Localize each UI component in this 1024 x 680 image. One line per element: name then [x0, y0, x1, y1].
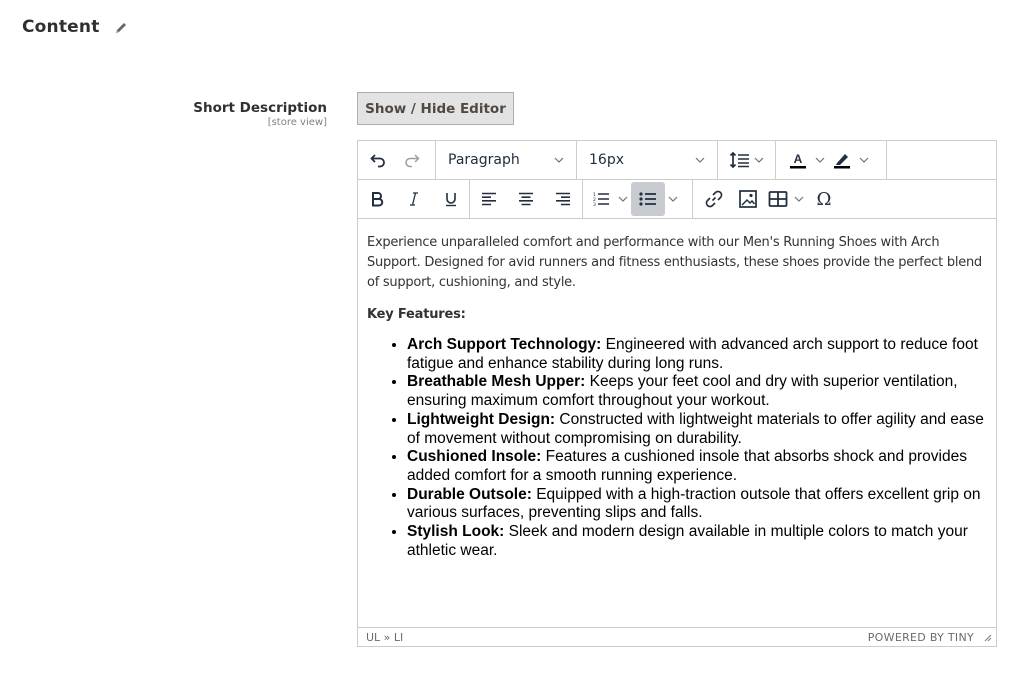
rich-text-editor: Paragraph 16px A 1 2 3 Ω Experience unpa… [357, 140, 997, 647]
numbered-list-dropdown[interactable] [615, 182, 631, 216]
italic-icon[interactable] [397, 182, 431, 216]
resize-handle-icon[interactable] [982, 632, 992, 642]
line-height-button[interactable] [725, 143, 769, 177]
font-size-value: 16px [589, 152, 624, 168]
chevron-down-icon [794, 196, 804, 202]
svg-text:Ω: Ω [817, 189, 832, 209]
svg-text:A: A [794, 152, 803, 166]
table-icon[interactable] [765, 182, 791, 216]
bullet-list-dropdown[interactable] [665, 182, 681, 216]
pencil-icon[interactable] [114, 20, 128, 34]
list-item: Lightweight Design: Constructed with lig… [407, 411, 987, 448]
chevron-down-icon [668, 196, 678, 202]
align-right-icon[interactable] [546, 182, 580, 216]
bullet-list-icon[interactable] [631, 182, 665, 216]
feature-title: Stylish Look: [407, 523, 505, 541]
chevron-down-icon [754, 157, 764, 163]
chevron-down-icon [695, 157, 705, 163]
feature-title: Durable Outsole: [407, 485, 532, 503]
line-height-icon [729, 151, 749, 169]
omega-icon[interactable]: Ω [807, 182, 841, 216]
field-label: Short Description [store view] [193, 100, 327, 128]
bullet-list-button[interactable] [631, 182, 681, 216]
editor-statusbar: UL » LI POWERED BY TINY [358, 627, 996, 646]
highlight-icon[interactable] [828, 143, 856, 177]
highlight-button[interactable] [828, 143, 872, 177]
link-icon[interactable] [697, 182, 731, 216]
editor-content-area[interactable]: Experience unparalleled comfort and perf… [358, 219, 996, 626]
powered-by-link[interactable]: POWERED BY TINY [868, 631, 974, 644]
undo-icon[interactable] [361, 143, 395, 177]
table-dropdown[interactable] [791, 182, 807, 216]
highlight-dropdown[interactable] [856, 143, 872, 177]
text-color-button[interactable]: A [784, 143, 828, 177]
history-group [358, 141, 436, 179]
element-path[interactable]: UL » LI [366, 631, 403, 644]
section-header[interactable]: Content [22, 17, 128, 37]
chevron-down-icon [618, 196, 628, 202]
color-group: A [776, 141, 887, 179]
formatting-group [358, 180, 470, 218]
toolbar-row-1: Paragraph 16px A [358, 141, 996, 180]
text-color-dropdown[interactable] [812, 143, 828, 177]
list-group: 123 [583, 180, 693, 218]
list-item: Arch Support Technology: Engineered with… [407, 336, 987, 373]
feature-title: Lightweight Design: [407, 410, 556, 428]
feature-title: Arch Support Technology: [407, 336, 602, 353]
block-format-value: Paragraph [448, 152, 520, 168]
features-heading: Key Features: [367, 307, 466, 322]
intro-paragraph: Experience unparalleled comfort and perf… [367, 235, 982, 290]
image-icon[interactable] [731, 182, 765, 216]
numbered-list-icon[interactable]: 123 [587, 182, 615, 216]
toolbar-row-2: 123 Ω [358, 180, 996, 219]
align-center-icon[interactable] [509, 182, 543, 216]
feature-title: Breathable Mesh Upper: [407, 373, 586, 391]
field-label-text: Short Description [193, 100, 327, 116]
chevron-down-icon [815, 157, 825, 163]
bold-icon[interactable] [360, 182, 394, 216]
alignment-group [470, 180, 583, 218]
list-item: Durable Outsole: Equipped with a high-tr… [407, 486, 987, 523]
insert-group: Ω [693, 180, 845, 218]
font-size-select[interactable]: 16px [577, 141, 718, 179]
section-title: Content [22, 17, 100, 37]
numbered-list-button[interactable]: 123 [587, 182, 631, 216]
line-height-group [718, 141, 776, 179]
underline-icon[interactable] [434, 182, 468, 216]
field-scope: [store view] [267, 117, 327, 128]
svg-text:3: 3 [593, 202, 596, 207]
align-left-icon[interactable] [472, 182, 506, 216]
list-item: Stylish Look: Sleek and modern design av… [407, 523, 987, 560]
redo-icon[interactable] [395, 143, 429, 177]
chevron-down-icon [859, 157, 869, 163]
list-item: Cushioned Insole: Features a cushioned i… [407, 448, 987, 485]
text-color-icon[interactable]: A [784, 143, 812, 177]
show-hide-editor-button[interactable]: Show / Hide Editor [357, 92, 514, 125]
feature-title: Cushioned Insole: [407, 448, 542, 466]
table-button[interactable] [765, 182, 807, 216]
block-format-select[interactable]: Paragraph [436, 141, 577, 179]
features-list: Arch Support Technology: Engineered with… [367, 336, 987, 560]
chevron-down-icon [554, 157, 564, 163]
list-item: Breathable Mesh Upper: Keeps your feet c… [407, 373, 987, 410]
